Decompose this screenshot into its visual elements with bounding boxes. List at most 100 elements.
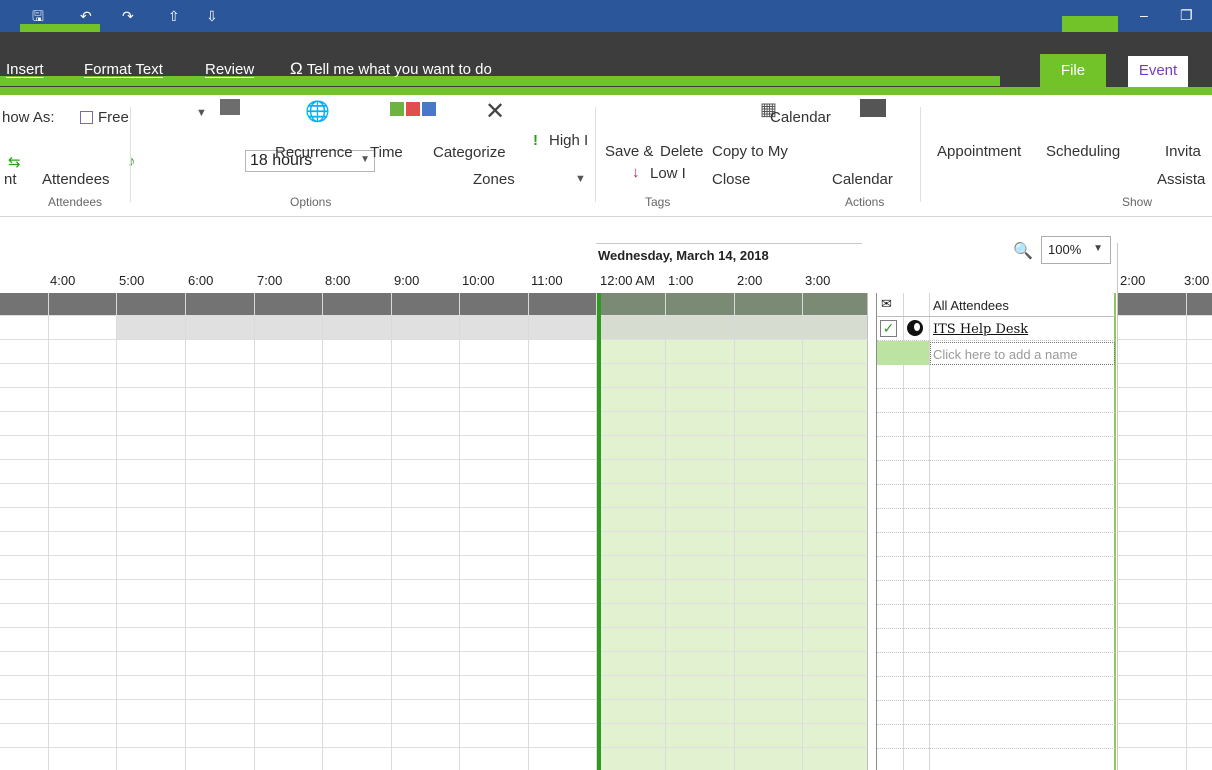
hour-label: 12:00 AM [600, 273, 655, 288]
all-attendees-header[interactable]: All Attendees [933, 298, 1009, 313]
tab-insert[interactable]: Insert [6, 61, 44, 78]
add-attendee-row-marker [877, 341, 929, 365]
send-options-icon[interactable]: ✉ [881, 296, 892, 312]
time-zones-button[interactable]: Zones [473, 171, 515, 188]
redo-icon[interactable]: ↷ [122, 8, 134, 24]
lightbulb-icon: Ω [290, 59, 303, 78]
attendees-left-fragment[interactable]: nt [4, 171, 17, 188]
tab-review[interactable]: Review [205, 61, 254, 78]
show-as-dropdown-icon[interactable]: ▼ [196, 107, 207, 119]
hour-label: 6:00 [188, 273, 214, 288]
tab-file[interactable]: File [1040, 54, 1106, 87]
date-divider [596, 243, 862, 244]
attendee-name-link[interactable]: ITS Help Desk [933, 322, 1028, 337]
accent-strip [0, 87, 1212, 95]
hour-label: 5:00 [119, 273, 145, 288]
scheduling-assistant-button[interactable]: Assista [1157, 171, 1205, 188]
hour-label: 9:00 [394, 273, 420, 288]
zoom-value: 100% [1048, 242, 1082, 257]
secondary-time-grid: 2:00 3:00 [1117, 243, 1212, 770]
hour-label: 7:00 [257, 273, 283, 288]
low-importance-icon: ↓ [632, 164, 640, 181]
globe-icon: 🌐 [305, 101, 330, 123]
meeting-start-marker[interactable] [597, 293, 601, 770]
attendee-type-icon[interactable] [907, 320, 923, 336]
ribbon-separator [130, 107, 131, 202]
attendee-checkbox[interactable]: ✓ [880, 320, 897, 337]
hour-label: 10:00 [462, 273, 495, 288]
hour-label: 8:00 [325, 273, 351, 288]
copy-to-my-calendar-top[interactable]: Copy to My [712, 143, 788, 160]
recurrence-button[interactable]: Recurrence [275, 144, 353, 161]
show-as-value: Free [98, 109, 129, 126]
hour-label: 1:00 [668, 273, 694, 288]
zoom-dropdown[interactable]: 100% ▼ [1041, 236, 1111, 264]
group-attendees-label: Attendees [48, 195, 103, 209]
hour-label: 4:00 [50, 273, 76, 288]
categorize-button[interactable]: Categorize [433, 144, 506, 161]
delete-button[interactable]: Delete [660, 143, 703, 160]
selected-range-attendee [596, 315, 868, 339]
chevron-down-icon: ▼ [360, 154, 370, 165]
high-importance-icon: ! [533, 132, 538, 149]
hour-label: 3:00 [805, 273, 831, 288]
accent-strip [1062, 16, 1118, 32]
ribbon-icon-band: 🌐 ✕ ▦ [100, 98, 1060, 125]
chevron-down-icon: ▼ [1093, 243, 1103, 254]
group-tags-label: Tags [645, 195, 671, 209]
tab-event[interactable]: Event [1128, 56, 1188, 87]
copy-to-my-calendar-button[interactable]: Calendar [832, 171, 893, 188]
save-close-top[interactable]: Save & [605, 143, 653, 160]
ribbon-separator [595, 107, 596, 202]
scheduling-area: Wednesday, March 14, 2018 4:00 5:00 6:00… [0, 218, 1212, 770]
calendar-icon [220, 99, 240, 115]
accent-strip [20, 24, 100, 32]
attendees-button[interactable]: Attendees [42, 171, 110, 188]
down-arrow-icon[interactable]: ⇩ [206, 8, 218, 24]
high-importance-button[interactable]: High I [549, 132, 588, 149]
hour-label: 3:00 [1184, 273, 1210, 288]
ribbon-separator [920, 107, 921, 202]
low-importance-button[interactable]: Low I [650, 165, 686, 182]
attendees-small-icon: ⇆ [8, 154, 21, 171]
undo-icon[interactable]: ↶ [80, 8, 92, 24]
calendar-button[interactable]: Calendar [770, 109, 831, 126]
selected-range-header [596, 293, 868, 315]
up-arrow-icon[interactable]: ⇧ [168, 8, 180, 24]
restore-icon[interactable]: ❐ [1180, 7, 1193, 24]
group-show-label: Show [1122, 195, 1153, 209]
scheduling-icon [860, 99, 886, 117]
categorize-dropdown-icon[interactable]: ▼ [575, 173, 586, 185]
add-attendee-input[interactable]: Click here to add a name [930, 342, 1115, 365]
category-green-icon [390, 102, 404, 116]
category-red-icon [406, 102, 420, 116]
hour-label: 11:00 [531, 273, 563, 288]
attendee-list: ✉ All Attendees ✓ ITS Help Desk Click he… [876, 293, 1116, 770]
save-close-button[interactable]: Close [712, 171, 750, 188]
tab-format-text[interactable]: Format Text [84, 61, 163, 78]
zoom-magnifier-icon: 🔍 [1013, 243, 1033, 260]
hour-label: 2:00 [737, 273, 763, 288]
attendee-busy-row [116, 315, 596, 339]
free-busy-grid[interactable] [0, 293, 868, 770]
free-color-swatch [80, 111, 93, 124]
invite-top[interactable]: Invita [1165, 143, 1201, 160]
all-attendees-busy-row [1118, 293, 1212, 315]
group-actions-label: Actions [845, 195, 885, 209]
save-icon[interactable]: 🖫 [32, 8, 44, 24]
appointment-button[interactable]: Appointment [937, 143, 1021, 160]
date-header: Wednesday, March 14, 2018 [598, 248, 769, 263]
show-as-label: how As: [2, 109, 55, 126]
delete-x-icon: ✕ [485, 98, 506, 125]
category-blue-icon [422, 102, 436, 116]
ribbon: 🌐 ✕ ▦ how As: Free ▼ ⇆ ♪ 18 hours ▼ Recur… [0, 87, 1212, 217]
hour-label: 2:00 [1120, 273, 1146, 288]
group-options-label: Options [290, 195, 332, 209]
time-zones-top[interactable]: Time [370, 144, 403, 161]
scheduling-button[interactable]: Scheduling [1046, 143, 1120, 160]
title-dark-band [0, 32, 1212, 54]
show-as-option[interactable]: Free [80, 109, 129, 126]
tell-me-box[interactable]: Ω Tell me what you want to do [290, 59, 492, 79]
minimize-icon[interactable]: – [1140, 7, 1148, 23]
ribbon-tab-row: Insert Format Text Review Ω Tell me what … [0, 54, 1212, 87]
